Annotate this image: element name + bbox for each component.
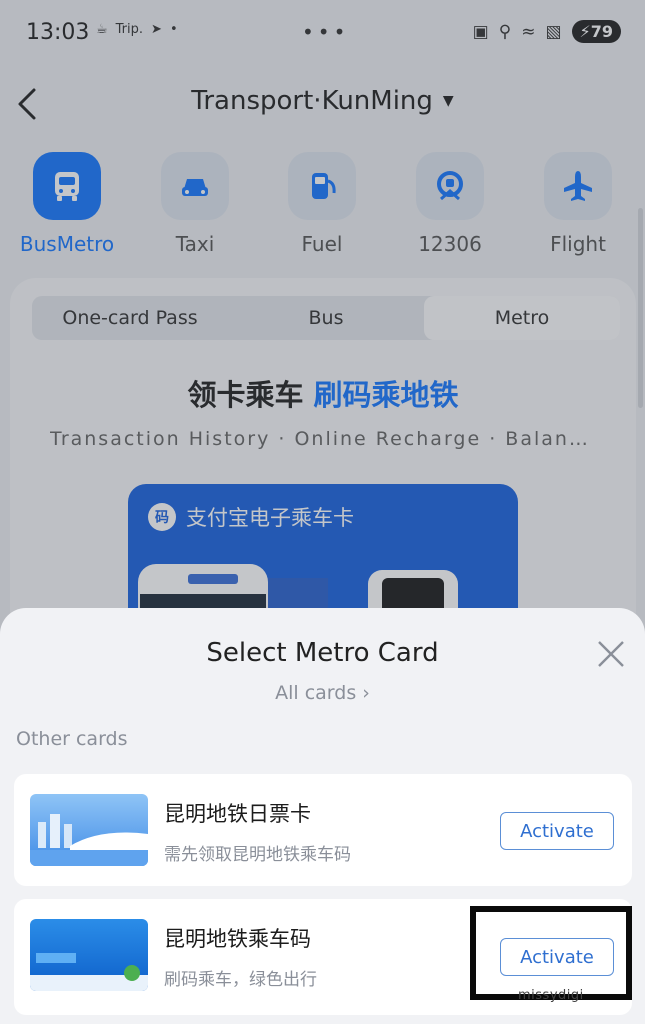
card-description: 刷码乘车，绿色出行 bbox=[164, 970, 317, 990]
card-name: 昆明地铁乘车码 bbox=[164, 927, 311, 951]
section-label: Other cards bbox=[16, 728, 128, 750]
card-thumbnail bbox=[30, 919, 148, 991]
annotation-highlight-box bbox=[470, 906, 632, 1000]
card-item-day-ticket[interactable]: 昆明地铁日票卡 需先领取昆明地铁乘车码 Activate bbox=[14, 774, 632, 886]
card-thumbnail bbox=[30, 794, 148, 866]
card-description: 需先领取昆明地铁乘车码 bbox=[164, 845, 351, 865]
activate-button[interactable]: Activate bbox=[500, 812, 614, 850]
watermark: missydigi bbox=[518, 988, 584, 1003]
close-icon[interactable] bbox=[595, 638, 627, 670]
sheet-title: Select Metro Card bbox=[206, 638, 439, 668]
all-cards-link[interactable]: All cards › bbox=[0, 682, 645, 704]
chevron-right-icon: › bbox=[362, 682, 370, 704]
card-name: 昆明地铁日票卡 bbox=[164, 802, 311, 826]
